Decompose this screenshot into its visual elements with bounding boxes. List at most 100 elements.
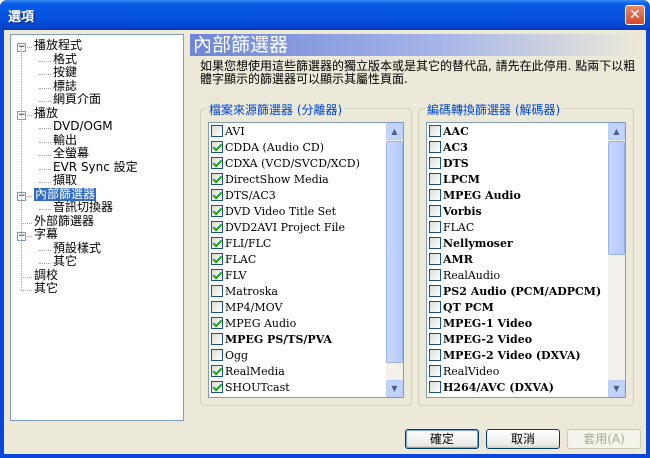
- close-icon[interactable]: ✕: [625, 5, 645, 25]
- checkbox[interactable]: [429, 189, 441, 201]
- checkbox[interactable]: [429, 349, 441, 361]
- checkbox[interactable]: [429, 381, 441, 393]
- transform-filters-list[interactable]: ▲ ▼ AAC AC3 DTS LPCM MPEG Audio Vorbis FLAC Nel…: [426, 122, 626, 398]
- filter-item[interactable]: RealAudio: [429, 268, 500, 284]
- tree-item[interactable]: DVD/OGM: [53, 119, 113, 134]
- checkbox[interactable]: [211, 301, 223, 313]
- checkbox[interactable]: [429, 237, 441, 249]
- tree-item[interactable]: 網頁介面: [53, 92, 101, 107]
- checkbox[interactable]: [211, 333, 223, 345]
- checkbox[interactable]: [211, 269, 223, 281]
- tree-item[interactable]: 預設樣式: [53, 241, 101, 256]
- filter-item[interactable]: MPEG Audio: [211, 316, 296, 332]
- filter-item[interactable]: DVD2AVI Project File: [211, 220, 345, 236]
- filter-item[interactable]: Nellymoser: [429, 236, 513, 252]
- tree-item[interactable]: 輸出: [53, 133, 77, 148]
- checkbox[interactable]: [211, 381, 223, 393]
- checkbox[interactable]: [429, 253, 441, 265]
- checkbox[interactable]: [429, 141, 441, 153]
- checkbox[interactable]: [211, 125, 223, 137]
- filter-item[interactable]: CDXA (VCD/SVCD/XCD): [211, 156, 360, 172]
- cancel-button[interactable]: 取消: [486, 429, 560, 449]
- tree-item[interactable]: 標誌: [53, 79, 77, 94]
- tree-item[interactable]: 內部篩選器: [32, 186, 98, 202]
- filter-item[interactable]: Vorbis: [429, 204, 482, 220]
- scroll-up-icon[interactable]: ▲: [386, 123, 403, 140]
- checkbox[interactable]: [429, 173, 441, 185]
- tree-item[interactable]: EVR Sync 設定: [53, 160, 138, 175]
- scrollbar[interactable]: ▲ ▼: [608, 123, 625, 397]
- filter-item[interactable]: FLI/FLC: [211, 236, 271, 252]
- checkbox[interactable]: [211, 285, 223, 297]
- title-bar[interactable]: 選項 ✕: [0, 0, 650, 30]
- filter-item[interactable]: FLAC: [211, 252, 256, 268]
- checkbox[interactable]: [211, 365, 223, 377]
- checkbox[interactable]: [211, 349, 223, 361]
- filter-item[interactable]: LPCM: [429, 172, 480, 188]
- filter-item[interactable]: QT PCM: [429, 300, 494, 316]
- filter-item[interactable]: PS2 Audio (PCM/ADPCM): [429, 284, 601, 300]
- filter-item[interactable]: AC3: [429, 140, 468, 156]
- tree-item[interactable]: 播放程式: [34, 38, 82, 53]
- checkbox[interactable]: [211, 157, 223, 169]
- checkbox[interactable]: [211, 173, 223, 185]
- filter-item[interactable]: DTS/AC3: [211, 188, 276, 204]
- filter-item[interactable]: Ogg: [211, 348, 248, 364]
- checkbox[interactable]: [211, 221, 223, 233]
- tree-item[interactable]: 擷取: [53, 173, 77, 188]
- filter-item[interactable]: RealMedia: [211, 364, 285, 380]
- scrollbar-thumb[interactable]: [386, 141, 403, 363]
- checkbox[interactable]: [429, 125, 441, 137]
- filter-item[interactable]: AMR: [429, 252, 473, 268]
- scroll-down-icon[interactable]: ▼: [386, 380, 403, 397]
- checkbox[interactable]: [429, 301, 441, 313]
- scrollbar-thumb[interactable]: [608, 141, 625, 255]
- checkbox[interactable]: [429, 285, 441, 297]
- checkbox[interactable]: [429, 157, 441, 169]
- filter-item[interactable]: DirectShow Media: [211, 172, 329, 188]
- checkbox[interactable]: [429, 317, 441, 329]
- tree-item[interactable]: 其它: [34, 281, 58, 296]
- scroll-up-icon[interactable]: ▲: [608, 123, 625, 140]
- filter-item[interactable]: MPEG PS/TS/PVA: [211, 332, 332, 348]
- filter-item[interactable]: CDDA (Audio CD): [211, 140, 324, 156]
- filter-item[interactable]: FLAC: [429, 220, 474, 236]
- checkbox[interactable]: [211, 237, 223, 249]
- tree-item[interactable]: 其它: [53, 254, 77, 269]
- tree-item[interactable]: 播放: [34, 106, 58, 121]
- scroll-down-icon[interactable]: ▼: [608, 380, 625, 397]
- apply-button[interactable]: 套用(A): [567, 429, 641, 449]
- checkbox[interactable]: [429, 205, 441, 217]
- tree-item[interactable]: 調校: [34, 268, 58, 283]
- tree-item[interactable]: 按鍵: [53, 65, 77, 80]
- filter-item[interactable]: DVD Video Title Set: [211, 204, 336, 220]
- checkbox[interactable]: [211, 253, 223, 265]
- filter-item[interactable]: MPEG Audio: [429, 188, 521, 204]
- tree-item[interactable]: 格式: [53, 52, 77, 67]
- checkbox[interactable]: [429, 365, 441, 377]
- filter-item[interactable]: MP4/MOV: [211, 300, 282, 316]
- checkbox[interactable]: [211, 141, 223, 153]
- filter-item[interactable]: AVI: [211, 124, 245, 140]
- scrollbar[interactable]: ▲ ▼: [386, 123, 403, 397]
- filter-item[interactable]: SHOUTcast: [211, 380, 290, 396]
- filter-item[interactable]: MPEG-1 Video: [429, 316, 532, 332]
- filter-item[interactable]: DTS: [429, 156, 469, 172]
- checkbox[interactable]: [429, 333, 441, 345]
- filter-item[interactable]: RealVideo: [429, 364, 499, 380]
- ok-button[interactable]: 確定: [405, 429, 479, 449]
- tree-item[interactable]: 字幕: [34, 227, 58, 242]
- tree-item[interactable]: 外部篩選器: [34, 214, 94, 229]
- checkbox[interactable]: [211, 189, 223, 201]
- filter-item[interactable]: MPEG-2 Video: [429, 332, 532, 348]
- checkbox[interactable]: [211, 317, 223, 329]
- tree-item[interactable]: 音訊切換器: [53, 200, 113, 215]
- tree-item[interactable]: 全螢幕: [53, 146, 89, 161]
- filter-item[interactable]: AAC: [429, 124, 469, 140]
- filter-item[interactable]: Matroska: [211, 284, 278, 300]
- filter-item[interactable]: H264/AVC (DXVA): [429, 380, 554, 396]
- filter-item[interactable]: FLV: [211, 268, 247, 284]
- source-filters-list[interactable]: ▲ ▼ AVI CDDA (Audio CD) CDXA (VCD/SVCD/XCD…: [208, 122, 404, 398]
- filter-item[interactable]: MPEG-2 Video (DXVA): [429, 348, 581, 364]
- options-tree[interactable]: 播放程式 − 格式 按鍵 標誌 網頁介面 播放 − DVD/OGM 輸出 全螢幕 EVR Sync 設…: [10, 34, 184, 421]
